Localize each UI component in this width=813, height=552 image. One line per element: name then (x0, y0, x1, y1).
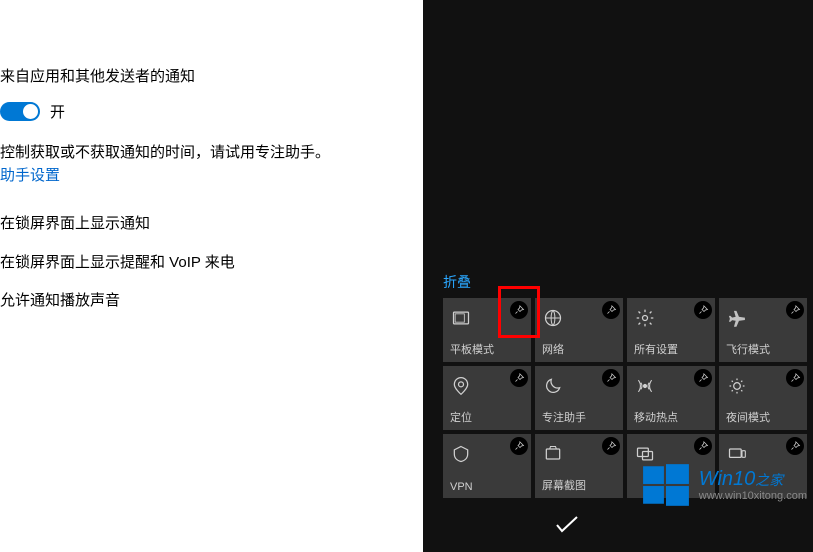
tablet-icon (451, 308, 471, 328)
watermark: Win10之家 www.win10xitong.com (641, 460, 807, 510)
lockscreen-notify-checkbox[interactable]: 在锁屏界面上显示通知 (0, 213, 423, 236)
pin-badge (786, 301, 804, 319)
watermark-url: www.win10xitong.com (699, 490, 807, 502)
watermark-suffix: 之家 (755, 472, 783, 488)
tile-label: 网络 (542, 341, 564, 357)
collapse-link[interactable]: 折叠 (443, 272, 471, 292)
tile-night-light[interactable]: 夜间模式 (719, 366, 807, 430)
pin-badge (694, 369, 712, 387)
windows-logo-icon (641, 460, 691, 510)
notifications-toggle-row: 开 (0, 101, 423, 122)
tile-label: 夜间模式 (726, 409, 770, 425)
pin-badge (602, 369, 620, 387)
pin-badge (786, 369, 804, 387)
page-title (0, 18, 423, 36)
tile-label: 移动热点 (634, 409, 678, 425)
screenshot-icon (543, 444, 563, 464)
red-highlight-box (498, 286, 540, 338)
allow-sound-checkbox[interactable]: 允许通知播放声音 (0, 290, 423, 313)
airplane-icon (727, 308, 747, 328)
tile-vpn[interactable]: VPN (443, 434, 531, 498)
moon-icon (543, 376, 563, 396)
tile-focus-assist[interactable]: 专注助手 (535, 366, 623, 430)
tile-location[interactable]: 定位 (443, 366, 531, 430)
tile-all-settings[interactable]: 所有设置 (627, 298, 715, 362)
notifications-label: 来自应用和其他发送者的通知 (0, 66, 423, 89)
tile-label: 飞行模式 (726, 341, 770, 357)
pin-badge (602, 437, 620, 455)
pin-badge (786, 437, 804, 455)
network-icon (543, 308, 563, 328)
gear-icon (635, 308, 655, 328)
hotspot-icon (635, 376, 655, 396)
tile-label: 平板模式 (450, 341, 494, 357)
tile-network[interactable]: 网络 (535, 298, 623, 362)
vpn-icon (451, 444, 471, 464)
tile-mobile-hotspot[interactable]: 移动热点 (627, 366, 715, 430)
pin-badge (694, 437, 712, 455)
focus-hint-text: 控制获取或不获取通知的时间，请试用专注助手。 (0, 142, 423, 165)
watermark-title: Win10 (699, 468, 756, 490)
notifications-toggle[interactable] (0, 102, 40, 121)
settings-panel: 来自应用和其他发送者的通知 开 控制获取或不获取通知的时间，请试用专注助手。 助… (0, 0, 423, 552)
tile-airplane-mode[interactable]: 飞行模式 (719, 298, 807, 362)
toggle-state-label: 开 (50, 101, 65, 122)
tile-screenshot[interactable]: 屏幕截图 (535, 434, 623, 498)
tile-label: 所有设置 (634, 341, 678, 357)
done-check[interactable] (551, 513, 583, 542)
tile-label: 定位 (450, 409, 472, 425)
pin-badge (510, 369, 528, 387)
lockscreen-remind-checkbox[interactable]: 在锁屏界面上显示提醒和 VoIP 来电 (0, 252, 423, 275)
pin-badge (602, 301, 620, 319)
focus-assist-link[interactable]: 助手设置 (0, 164, 423, 185)
pin-badge (510, 437, 528, 455)
pin-badge (694, 301, 712, 319)
night-icon (727, 376, 747, 396)
tile-label: VPN (450, 481, 473, 493)
tile-label: 专注助手 (542, 409, 586, 425)
location-icon (451, 376, 471, 396)
tile-label: 屏幕截图 (542, 477, 586, 493)
